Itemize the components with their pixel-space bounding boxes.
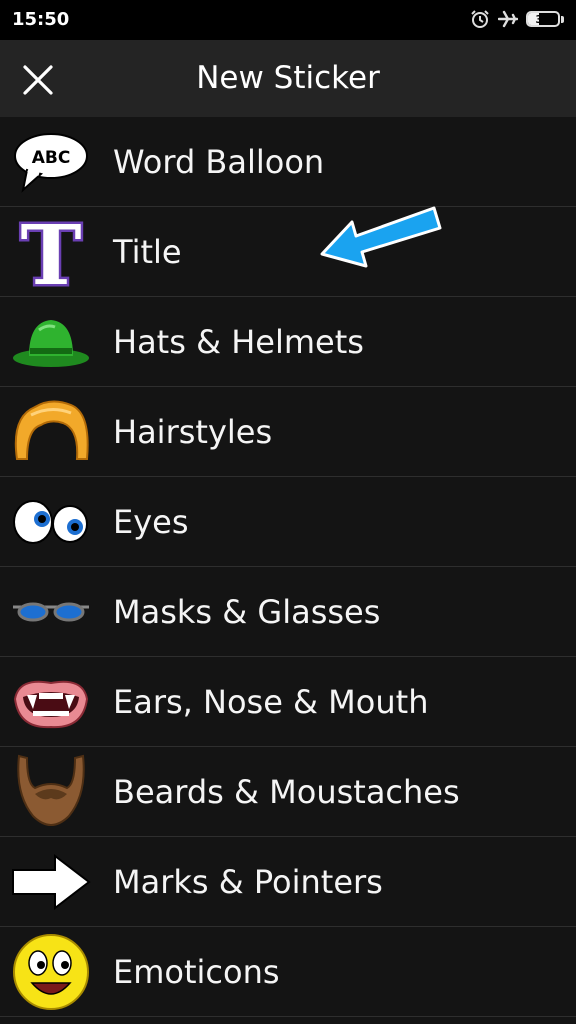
category-label: Emoticons bbox=[113, 952, 280, 991]
svg-text:ABC: ABC bbox=[32, 148, 71, 168]
battery-tip bbox=[561, 15, 564, 23]
status-icons: 36 bbox=[470, 9, 564, 29]
eyes-icon bbox=[10, 484, 92, 560]
annotation-arrow-icon bbox=[320, 206, 442, 268]
category-item-ears-nose-mouth[interactable]: Ears, Nose & Mouth bbox=[0, 657, 576, 747]
category-label: Beards & Moustaches bbox=[113, 772, 460, 811]
app-bar: New Sticker bbox=[0, 40, 576, 117]
word-balloon-icon: ABC bbox=[10, 124, 92, 200]
category-label: Ears, Nose & Mouth bbox=[113, 682, 429, 721]
alarm-icon bbox=[471, 10, 489, 28]
category-item-title[interactable]: T Title bbox=[0, 207, 576, 297]
category-label: Word Balloon bbox=[113, 142, 325, 181]
pointer-arrow-icon bbox=[10, 844, 92, 920]
glasses-icon bbox=[10, 574, 92, 650]
sticker-category-list: ABC Word Balloon T Title Hats & Helmets bbox=[0, 117, 576, 1017]
category-label: Marks & Pointers bbox=[113, 862, 383, 901]
status-time: 15:50 bbox=[12, 9, 70, 30]
category-item-marks-pointers[interactable]: Marks & Pointers bbox=[0, 837, 576, 927]
category-item-beards-moustaches[interactable]: Beards & Moustaches bbox=[0, 747, 576, 837]
category-item-hairstyles[interactable]: Hairstyles bbox=[0, 387, 576, 477]
category-label: Title bbox=[113, 232, 182, 271]
title-icon: T bbox=[10, 214, 92, 290]
category-label: Masks & Glasses bbox=[113, 592, 381, 631]
airplane-icon bbox=[498, 10, 518, 28]
hat-icon bbox=[10, 304, 92, 380]
hairstyle-icon bbox=[10, 394, 92, 470]
category-item-emoticons[interactable]: Emoticons bbox=[0, 927, 576, 1017]
battery-level-text: 36 bbox=[535, 12, 551, 26]
category-item-word-balloon[interactable]: ABC Word Balloon bbox=[0, 117, 576, 207]
emoticon-icon bbox=[10, 934, 92, 1010]
category-item-masks-glasses[interactable]: Masks & Glasses bbox=[0, 567, 576, 657]
beard-icon bbox=[10, 754, 92, 830]
category-item-eyes[interactable]: Eyes bbox=[0, 477, 576, 567]
category-item-hats-helmets[interactable]: Hats & Helmets bbox=[0, 297, 576, 387]
status-bar: 15:50 36 bbox=[0, 0, 576, 40]
svg-text:T: T bbox=[20, 214, 81, 290]
mouth-icon bbox=[10, 664, 92, 740]
category-label: Eyes bbox=[113, 502, 189, 541]
category-label: Hats & Helmets bbox=[113, 322, 364, 361]
category-label: Hairstyles bbox=[113, 412, 273, 451]
battery-icon: 36 bbox=[526, 11, 560, 27]
page-title: New Sticker bbox=[196, 60, 380, 96]
